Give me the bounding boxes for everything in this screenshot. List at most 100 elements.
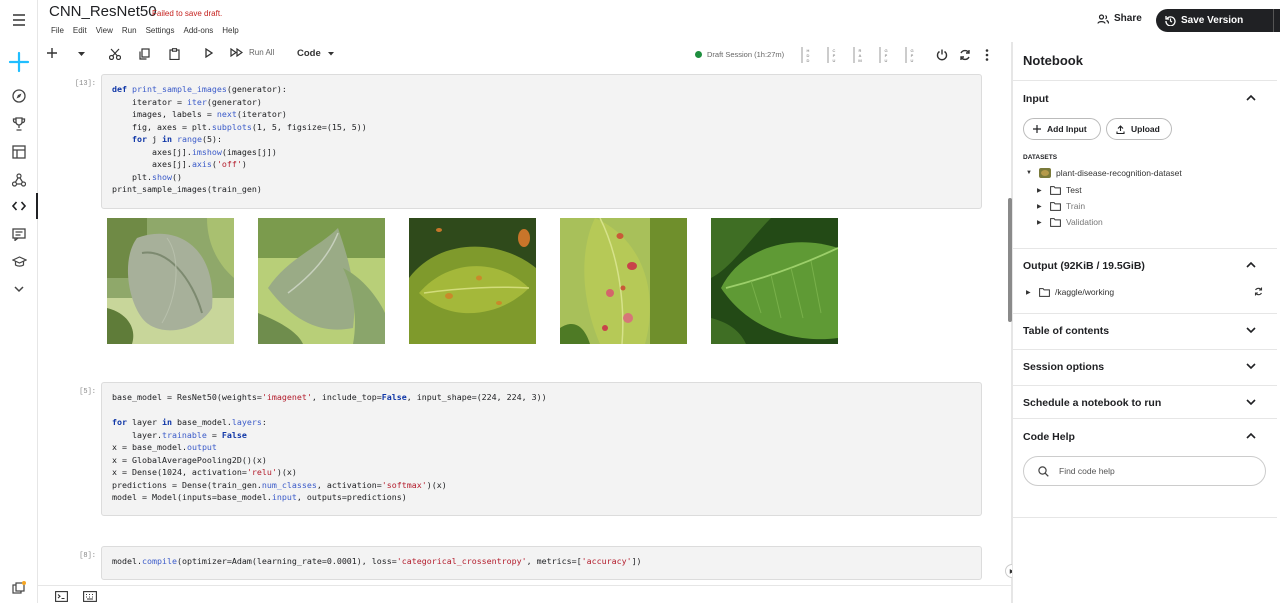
notebook-cells: [13]: def print_sample_images(generator)… <box>38 70 1008 603</box>
schedule-section[interactable]: Schedule a notebook to run <box>1013 385 1277 418</box>
notifications-icon[interactable] <box>9 578 29 598</box>
session-status[interactable]: Draft Session (1h:27m) <box>695 50 784 59</box>
run-cell-icon[interactable] <box>205 48 213 58</box>
paste-icon[interactable] <box>169 48 180 60</box>
caret-collapsed-icon[interactable]: ▶ <box>1037 203 1045 210</box>
cell-13-number: [13]: <box>74 80 96 88</box>
folder-test[interactable]: ▶ Test <box>1037 185 1082 195</box>
add-input-label: Add Input <box>1047 124 1087 134</box>
version-count[interactable]: 0 <box>1274 15 1280 26</box>
upload-button[interactable]: Upload <box>1106 118 1172 140</box>
chevron-down-icon[interactable] <box>9 279 29 299</box>
caret-collapsed-icon[interactable]: ▶ <box>1026 289 1034 296</box>
create-plus-icon[interactable] <box>7 50 31 74</box>
add-cell-dropdown-icon[interactable] <box>78 52 85 57</box>
output-folder[interactable]: ▶ /kaggle/working <box>1026 287 1114 297</box>
caret-collapsed-icon[interactable]: ▶ <box>1037 219 1045 226</box>
add-input-button[interactable]: Add Input <box>1023 118 1101 140</box>
menu-settings[interactable]: Settings <box>146 26 175 35</box>
meter-gpu-memory: GPU <box>905 46 923 64</box>
chevron-down-icon[interactable] <box>1246 363 1256 373</box>
output-section: Output (92KiB / 19.5GiB) ▶ /kaggle/worki… <box>1013 248 1277 313</box>
cell-type-select[interactable]: Code <box>297 48 334 59</box>
caret-expanded-icon[interactable]: ▼ <box>1026 170 1034 176</box>
save-version-button[interactable]: Save Version 0 <box>1156 9 1280 32</box>
menu-help[interactable]: Help <box>222 26 238 35</box>
search-placeholder: Find code help <box>1059 466 1115 476</box>
code-cell-8[interactable]: model.compile(optimizer=Adam(learning_ra… <box>101 546 982 580</box>
restart-icon[interactable] <box>959 49 971 61</box>
notebook-toolbar: Run All Code Draft Session (1h:27m) HDD … <box>38 42 1012 70</box>
run-all-button[interactable]: Run All <box>230 48 274 57</box>
leaf-image-5 <box>711 218 838 344</box>
chevron-down-icon[interactable] <box>1246 399 1256 409</box>
meter-gpu: GPU <box>879 46 897 64</box>
table-icon[interactable] <box>9 142 29 162</box>
folder-train-label: Train <box>1066 201 1086 211</box>
trophy-icon[interactable] <box>9 114 29 134</box>
folder-icon <box>1039 287 1050 297</box>
meter-ram: RAM <box>853 46 871 64</box>
output-heading[interactable]: Output (92KiB / 19.5GiB) <box>1023 260 1145 272</box>
folder-icon <box>1050 185 1061 195</box>
search-icon <box>1038 465 1049 477</box>
leaf-image-4 <box>560 218 687 344</box>
run-all-label: Run All <box>249 48 275 57</box>
history-icon <box>1165 15 1176 26</box>
code-icon[interactable] <box>9 196 29 216</box>
folder-validation-label: Validation <box>1066 217 1103 227</box>
menu-edit[interactable]: Edit <box>73 26 87 35</box>
share-icon <box>1097 13 1109 24</box>
chevron-up-icon[interactable] <box>1246 94 1256 104</box>
folder-train[interactable]: ▶ Train <box>1037 201 1085 211</box>
dataset-thumbnail-icon <box>1039 168 1051 178</box>
folder-icon <box>1050 217 1061 227</box>
leaf-image-3 <box>409 218 536 344</box>
chevron-up-icon[interactable] <box>1246 432 1256 442</box>
share-button[interactable]: Share <box>1097 13 1142 24</box>
scissors-icon[interactable] <box>109 48 121 60</box>
keyboard-icon[interactable] <box>83 591 97 602</box>
discussion-icon[interactable] <box>9 224 29 244</box>
add-cell-icon[interactable] <box>47 48 57 58</box>
power-icon[interactable] <box>936 49 948 61</box>
code-cell-5[interactable]: base_model = ResNet50(weights='imagenet'… <box>101 382 982 516</box>
session-options-heading[interactable]: Session options <box>1023 361 1104 373</box>
schedule-heading[interactable]: Schedule a notebook to run <box>1023 397 1161 409</box>
more-options-icon[interactable] <box>985 49 989 61</box>
cell-5-number: [5]: <box>79 388 96 396</box>
session-label: Draft Session (1h:27m) <box>707 50 785 59</box>
toc-section[interactable]: Table of contents <box>1013 313 1277 349</box>
menu-run[interactable]: Run <box>122 26 137 35</box>
session-active-dot <box>695 51 702 58</box>
dataset-item[interactable]: ▼ plant-disease-recognition-dataset <box>1026 168 1182 178</box>
folder-test-label: Test <box>1066 185 1082 195</box>
copy-icon[interactable] <box>139 48 150 60</box>
notebook-title[interactable]: CNN_ResNet50 <box>49 3 157 20</box>
terminal-icon[interactable] <box>55 591 68 602</box>
cell-type-label: Code <box>297 48 321 59</box>
folder-icon <box>1050 201 1061 211</box>
meter-cpu: CPU <box>827 46 845 64</box>
hamburger-menu-icon[interactable] <box>9 10 29 30</box>
chevron-up-icon[interactable] <box>1246 261 1256 271</box>
notebook-header: CNN_ResNet50 Failed to save draft. File … <box>38 0 1280 42</box>
input-heading[interactable]: Input <box>1023 93 1049 105</box>
folder-validation[interactable]: ▶ Validation <box>1037 217 1103 227</box>
chevron-down-icon[interactable] <box>1246 327 1256 337</box>
learn-icon[interactable] <box>9 252 29 272</box>
code-help-heading[interactable]: Code Help <box>1023 431 1075 443</box>
caret-collapsed-icon[interactable]: ▶ <box>1037 187 1045 194</box>
refresh-icon[interactable] <box>1254 287 1263 296</box>
compass-icon[interactable] <box>9 86 29 106</box>
session-options-section[interactable]: Session options <box>1013 349 1277 385</box>
menu-addons[interactable]: Add-ons <box>183 26 213 35</box>
code-help-search-input[interactable]: Find code help <box>1023 456 1266 486</box>
menu-bar: File Edit View Run Settings Add-ons Help <box>51 26 248 35</box>
models-icon[interactable] <box>9 170 29 190</box>
menu-file[interactable]: File <box>51 26 64 35</box>
notebook-footer <box>38 585 1012 603</box>
toc-heading[interactable]: Table of contents <box>1023 325 1109 337</box>
code-cell-13[interactable]: def print_sample_images(generator): iter… <box>101 74 982 209</box>
menu-view[interactable]: View <box>96 26 113 35</box>
